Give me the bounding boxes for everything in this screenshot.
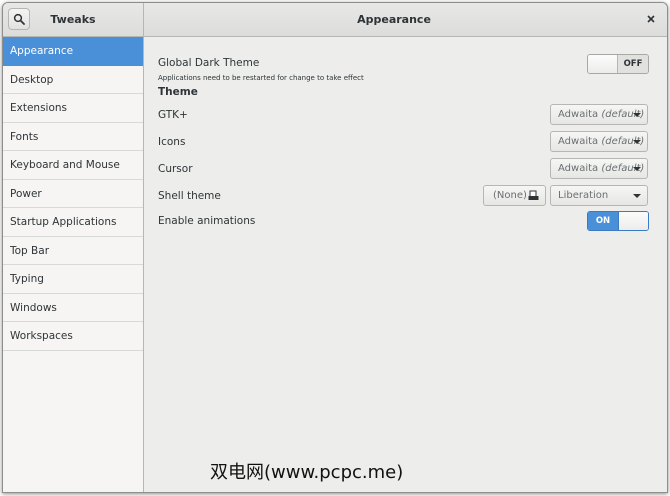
icons-theme-value: Adwaita [558, 136, 599, 147]
shell-theme-value: Liberation [558, 190, 609, 201]
cursor-theme-label: Cursor [158, 163, 193, 175]
sidebar: Appearance Desktop Extensions Fonts Keyb… [3, 37, 144, 492]
shell-theme-label: Shell theme [158, 190, 221, 202]
sidebar-item-power[interactable]: Power [3, 180, 143, 208]
app-title: Tweaks [50, 13, 96, 26]
search-icon [13, 13, 25, 25]
sidebar-item-startup-applications[interactable]: Startup Applications [3, 208, 143, 237]
sidebar-item-top-bar[interactable]: Top Bar [3, 237, 143, 265]
icons-theme-combo[interactable]: Adwaita (default) [550, 131, 648, 152]
switch-knob [618, 212, 648, 230]
chevron-down-icon [633, 113, 641, 117]
sidebar-item-workspaces[interactable]: Workspaces [3, 322, 143, 351]
chevron-down-icon [633, 194, 641, 198]
sidebar-item-windows[interactable]: Windows [3, 294, 143, 322]
shell-theme-file-button[interactable]: (None) [483, 185, 546, 206]
switch-state-label: ON [588, 212, 618, 230]
icons-theme-label: Icons [158, 136, 186, 148]
enable-animations-switch[interactable]: ON [587, 211, 649, 231]
theme-section-title: Theme [158, 86, 198, 98]
appearance-panel: Global Dark Theme Applications need to b… [144, 37, 667, 492]
chevron-down-icon [633, 140, 641, 144]
gtk-theme-label: GTK+ [158, 109, 188, 121]
cursor-theme-combo[interactable]: Adwaita (default) [550, 158, 648, 179]
header-bar: Tweaks Appearance [3, 3, 667, 37]
restart-note: Applications need to be restarted for ch… [158, 74, 364, 82]
switch-state-label: OFF [618, 55, 648, 73]
shell-theme-file-label: (None) [493, 190, 527, 201]
sidebar-item-desktop[interactable]: Desktop [3, 66, 143, 94]
header-left: Tweaks [3, 3, 144, 36]
sidebar-item-keyboard-and-mouse[interactable]: Keyboard and Mouse [3, 151, 143, 180]
close-button[interactable] [643, 11, 659, 27]
watermark-text: 双电网(www.pcpc.me) [210, 462, 404, 483]
sidebar-item-appearance[interactable]: Appearance [3, 37, 143, 66]
sidebar-item-typing[interactable]: Typing [3, 265, 143, 294]
switch-knob [588, 55, 618, 73]
sidebar-item-extensions[interactable]: Extensions [3, 94, 143, 123]
close-icon [647, 15, 655, 23]
chevron-down-icon [633, 167, 641, 171]
global-dark-theme-switch[interactable]: OFF [587, 54, 649, 74]
cursor-theme-value: Adwaita [558, 163, 599, 174]
document-open-icon [528, 190, 539, 200]
gtk-theme-combo[interactable]: Adwaita (default) [550, 104, 648, 125]
sidebar-item-fonts[interactable]: Fonts [3, 123, 143, 151]
gtk-theme-value: Adwaita [558, 109, 599, 120]
tweaks-window: Tweaks Appearance Appearance Desktop Ext… [2, 2, 668, 493]
search-button[interactable] [8, 8, 30, 30]
shell-theme-combo[interactable]: Liberation [550, 185, 648, 206]
page-title: Appearance [357, 13, 431, 26]
enable-animations-label: Enable animations [158, 215, 256, 227]
global-dark-theme-label: Global Dark Theme [158, 57, 260, 69]
